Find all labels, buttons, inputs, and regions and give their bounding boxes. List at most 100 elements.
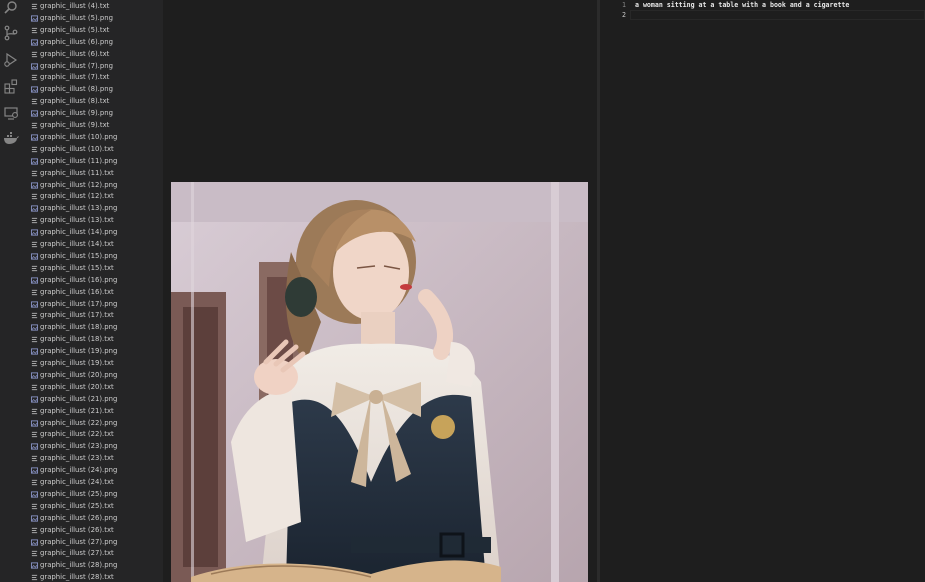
file-name: graphic_illust (26).png [40, 513, 118, 522]
file-item[interactable]: graphic_illust (26).png [22, 513, 163, 525]
file-item[interactable]: graphic_illust (13).png [22, 203, 163, 215]
image-file-icon [31, 562, 38, 569]
file-name: graphic_illust (27).txt [40, 549, 114, 558]
file-item[interactable]: graphic_illust (24).png [22, 465, 163, 477]
file-item[interactable]: graphic_illust (19).txt [22, 358, 163, 370]
file-item[interactable]: graphic_illust (20).txt [22, 382, 163, 394]
file-item[interactable]: graphic_illust (21).png [22, 394, 163, 406]
text-file-icon [31, 575, 38, 581]
file-name: graphic_illust (16).png [40, 275, 118, 284]
file-item[interactable]: graphic_illust (9).png [22, 108, 163, 120]
image-file-icon [31, 62, 38, 70]
activity-bar [0, 0, 22, 582]
file-item[interactable]: graphic_illust (8).txt [22, 96, 163, 108]
file-item[interactable]: graphic_illust (5).txt [22, 25, 163, 37]
file-item[interactable]: graphic_illust (15).txt [22, 263, 163, 275]
file-name: graphic_illust (17).txt [40, 311, 114, 320]
image-file-icon [31, 205, 38, 212]
image-file-icon [31, 372, 38, 379]
file-item[interactable]: graphic_illust (7).png [22, 61, 163, 73]
run-debug-icon[interactable] [3, 52, 19, 68]
file-item[interactable]: graphic_illust (6).png [22, 37, 163, 49]
file-item[interactable]: graphic_illust (15).png [22, 251, 163, 263]
text-file-icon [31, 194, 38, 200]
image-file-icon [31, 324, 38, 331]
file-name: graphic_illust (21).png [40, 394, 118, 403]
file-item[interactable]: graphic_illust (16).txt [22, 287, 163, 299]
file-item[interactable]: graphic_illust (22).txt [22, 429, 163, 441]
file-name: graphic_illust (6).txt [40, 49, 110, 58]
extensions-icon[interactable] [3, 78, 19, 94]
file-name: graphic_illust (4).txt [40, 2, 110, 10]
image-file-icon [31, 443, 38, 450]
file-item[interactable]: graphic_illust (22).png [22, 418, 163, 430]
line-number: 1 [622, 1, 626, 9]
file-item[interactable]: graphic_illust (27).txt [22, 548, 163, 560]
file-item[interactable]: graphic_illust (12).png [22, 180, 163, 192]
text-file-icon [31, 384, 38, 390]
text-file-icon [31, 408, 38, 414]
file-item[interactable]: graphic_illust (18).png [22, 322, 163, 334]
file-item[interactable]: graphic_illust (25).png [22, 489, 163, 501]
text-file-icon [31, 241, 38, 248]
file-item[interactable]: graphic_illust (21).txt [22, 406, 163, 418]
file-name: graphic_illust (27).png [40, 537, 118, 546]
file-name: graphic_illust (5).txt [40, 25, 110, 34]
file-item[interactable]: graphic_illust (17).txt [22, 310, 163, 322]
file-item[interactable]: graphic_illust (14).png [22, 227, 163, 239]
source-control-icon[interactable] [3, 25, 19, 41]
file-item[interactable]: graphic_illust (14).txt [22, 239, 163, 251]
text-file-icon [31, 551, 38, 557]
file-item[interactable]: graphic_illust (19).png [22, 346, 163, 358]
file-item[interactable]: graphic_illust (10).txt [22, 144, 163, 156]
search-icon[interactable] [3, 0, 19, 16]
image-file-icon [31, 229, 38, 236]
file-item[interactable]: graphic_illust (5).png [22, 13, 163, 25]
image-file-icon [31, 253, 38, 260]
text-file-icon [31, 3, 38, 10]
file-name: graphic_illust (11).txt [40, 168, 114, 177]
file-item[interactable]: graphic_illust (17).png [22, 299, 163, 311]
file-name: graphic_illust (20).png [40, 370, 118, 379]
file-name: graphic_illust (11).png [40, 156, 118, 165]
file-item[interactable]: graphic_illust (23).txt [22, 453, 163, 465]
code-line[interactable]: a woman sitting at a table with a book a… [635, 0, 849, 10]
text-editor[interactable]: 1 a woman sitting at a table with a book… [600, 0, 925, 582]
image-file-icon [31, 396, 38, 403]
file-item[interactable]: graphic_illust (9).txt [22, 120, 163, 132]
file-item[interactable]: graphic_illust (28).txt [22, 572, 163, 582]
file-item[interactable]: graphic_illust (26).txt [22, 525, 163, 537]
illustration-woman-reading [171, 182, 588, 582]
text-file-icon [31, 265, 38, 271]
file-item[interactable]: graphic_illust (27).png [22, 537, 163, 549]
file-item[interactable]: graphic_illust (18).txt [22, 334, 163, 346]
file-name: graphic_illust (6).png [40, 37, 113, 46]
file-item[interactable]: graphic_illust (8).png [22, 84, 163, 96]
text-file-icon [31, 27, 38, 33]
file-item[interactable]: graphic_illust (6).txt [22, 49, 163, 61]
text-file-icon [31, 146, 38, 152]
text-file-icon [31, 99, 38, 105]
file-item[interactable]: graphic_illust (11).txt [22, 168, 163, 180]
file-item[interactable]: graphic_illust (13).txt [22, 215, 163, 227]
file-name: graphic_illust (22).txt [40, 430, 114, 439]
file-item[interactable]: graphic_illust (23).png [22, 441, 163, 453]
file-name: graphic_illust (21).txt [40, 406, 114, 415]
docker-icon[interactable] [3, 130, 19, 146]
file-item[interactable]: graphic_illust (10).png [22, 132, 163, 144]
file-item[interactable]: graphic_illust (25).txt [22, 501, 163, 513]
file-item[interactable]: graphic_illust (16).png [22, 275, 163, 287]
file-name: graphic_illust (10).png [40, 132, 118, 141]
file-item[interactable]: graphic_illust (20).png [22, 370, 163, 382]
image-file-icon [31, 110, 38, 117]
file-item[interactable]: graphic_illust (7).txt [22, 72, 163, 84]
file-name: graphic_illust (23).txt [40, 454, 114, 463]
file-item[interactable]: graphic_illust (12).txt [22, 191, 163, 203]
image-preview[interactable] [171, 182, 588, 582]
file-item[interactable]: graphic_illust (24).txt [22, 477, 163, 489]
file-item[interactable]: graphic_illust (11).png [22, 156, 163, 168]
file-name: graphic_illust (18).png [40, 323, 118, 332]
file-item[interactable]: graphic_illust (28).png [22, 560, 163, 572]
file-item[interactable]: graphic_illust (4).txt [22, 1, 163, 13]
remote-explorer-icon[interactable] [3, 105, 19, 121]
